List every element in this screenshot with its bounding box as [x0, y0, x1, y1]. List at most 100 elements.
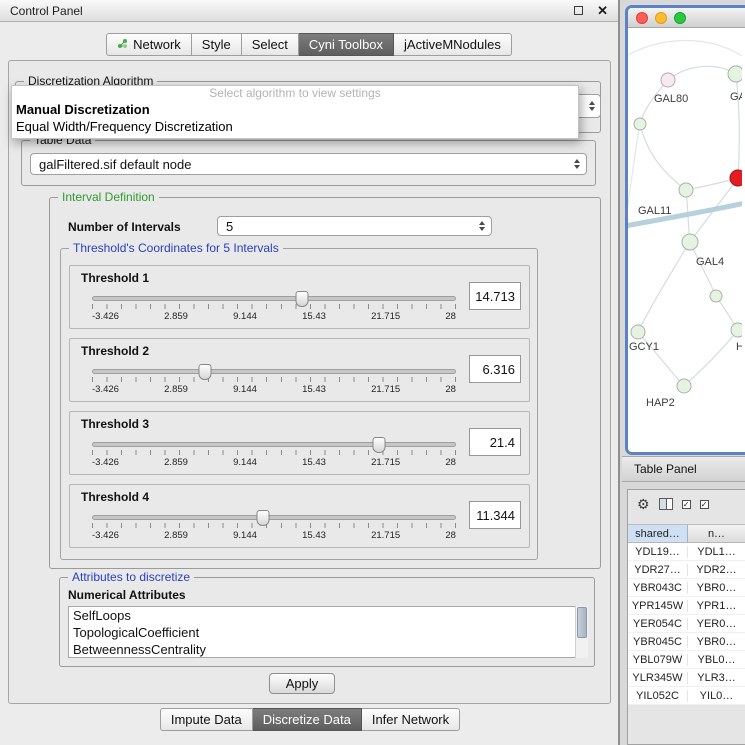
gear-icon[interactable]: ⚙	[637, 497, 650, 511]
threshold-1-slider[interactable]: -3.4262.8599.14415.4321.71528	[92, 290, 456, 322]
network-icon	[117, 37, 128, 52]
tab-cyni-toolbox[interactable]: Cyni Toolbox	[299, 33, 394, 56]
scrollbar-thumb[interactable]	[577, 607, 587, 638]
column-header-shared-name[interactable]: shared…	[628, 525, 688, 542]
threshold-2-slider[interactable]: -3.4262.8599.14415.4321.71528	[92, 363, 456, 395]
select-all-checkbox-icon[interactable]: ✓	[682, 500, 691, 509]
tick-label: 9.144	[233, 384, 257, 395]
table-panel-header[interactable]: Table Panel	[622, 456, 745, 482]
table-row[interactable]: YLR345WYLR3…	[628, 669, 745, 687]
node-gal4[interactable]	[682, 234, 698, 250]
slider-thumb[interactable]	[372, 437, 385, 453]
table-row[interactable]: YPR145WYPR1…	[628, 597, 745, 615]
tick-label: 9.144	[233, 311, 257, 322]
table-row[interactable]: YER054CYER0…	[628, 615, 745, 633]
tick-label: 28	[445, 311, 456, 322]
apply-button[interactable]: Apply	[269, 673, 335, 694]
control-panel-titlebar[interactable]: Control Panel ✕	[0, 0, 618, 22]
threshold-label: Threshold 4	[81, 490, 149, 504]
tab-impute-data[interactable]: Impute Data	[160, 708, 253, 731]
threshold-3-value[interactable]: 21.4	[469, 428, 521, 456]
tab-discretize-data[interactable]: Discretize Data	[253, 708, 362, 731]
number-of-intervals-value: 5	[226, 219, 233, 234]
table-cell: YLR3…	[688, 672, 745, 684]
combo-stepper-icon	[479, 217, 485, 235]
table-data-combo[interactable]: galFiltered.sif default node	[30, 153, 587, 175]
node-gal11[interactable]	[679, 183, 693, 197]
tab-style[interactable]: Style	[192, 33, 242, 56]
tick-label: 28	[445, 530, 456, 541]
table-row[interactable]: YIL052CYIL0…	[628, 687, 745, 705]
node-unlabeled[interactable]	[634, 118, 646, 130]
table-data-group: Table Data galFiltered.sif default node	[21, 140, 596, 186]
slider-thumb[interactable]	[257, 510, 270, 526]
node-label-gal80: GAL80	[654, 93, 688, 105]
zoom-window-button[interactable]	[674, 12, 686, 24]
node-gcy1[interactable]	[631, 325, 645, 339]
table-cell: YBL079W	[628, 654, 688, 666]
slider-track[interactable]	[92, 296, 456, 301]
network-canvas[interactable]: GAL80 GA GAL11 GAL4 GCY1 H HAP2	[628, 28, 742, 452]
tick-label: 28	[445, 457, 456, 468]
minimize-window-button[interactable]	[655, 12, 667, 24]
attribute-list-item[interactable]: BetweennessCentrality	[73, 641, 587, 658]
node-label-gcy1: GCY1	[629, 341, 659, 353]
threshold-4-value[interactable]: 11.344	[469, 501, 521, 529]
node-ga[interactable]	[728, 66, 742, 82]
slider-track[interactable]	[92, 369, 456, 374]
slider-thumb[interactable]	[199, 364, 212, 380]
threshold-2-value[interactable]: 6.316	[469, 355, 521, 383]
close-icon[interactable]: ✕	[597, 4, 608, 17]
slider-scale: -3.4262.8599.14415.4321.71528	[92, 311, 456, 322]
node-gal80[interactable]	[661, 73, 675, 87]
node-selected-red[interactable]	[730, 170, 742, 186]
close-window-button[interactable]	[636, 12, 648, 24]
network-window-titlebar[interactable]	[628, 8, 745, 28]
table-row[interactable]: YDR27…YDR2…	[628, 561, 745, 579]
tab-label: Network	[133, 37, 181, 52]
tab-network[interactable]: Network	[106, 33, 192, 56]
tab-jactivemnodules[interactable]: jActiveMNodules	[394, 33, 512, 56]
table-cell: YDR27…	[628, 564, 688, 576]
number-of-intervals-combo[interactable]: 5	[217, 216, 492, 236]
table-cell: YBR0…	[688, 582, 745, 594]
slider-thumb[interactable]	[295, 291, 308, 307]
control-panel-tabs: Network Style Select Cyni Toolbox jActiv…	[0, 33, 618, 56]
tick-label: -3.426	[92, 530, 119, 541]
node-unlabeled[interactable]	[710, 290, 722, 302]
threshold-4-slider[interactable]: -3.4262.8599.14415.4321.71528	[92, 509, 456, 541]
attribute-list-item[interactable]: SelfLoops	[73, 607, 587, 624]
table-row[interactable]: YBR045CYBR0…	[628, 633, 745, 651]
dropdown-option-manual-discretization[interactable]: Manual Discretization	[12, 101, 578, 118]
node-h[interactable]	[731, 323, 742, 337]
tick-label: 15.43	[302, 457, 326, 468]
tab-infer-network[interactable]: Infer Network	[362, 708, 460, 731]
tab-label: jActiveMNodules	[404, 37, 501, 52]
unselect-all-checkbox-icon[interactable]: ✓	[700, 500, 709, 509]
slider-track[interactable]	[92, 442, 456, 447]
dropdown-option-equal-width-frequency[interactable]: Equal Width/Frequency Discretization	[12, 118, 578, 135]
table-cell: YER054C	[628, 618, 688, 630]
columns-icon[interactable]	[659, 498, 673, 510]
table-panel-window: ⚙ ✓ ✓ shared… n… YDL19…YDL1…YDR27…YDR2…Y…	[627, 489, 745, 745]
threshold-1-value[interactable]: 14.713	[469, 282, 521, 310]
threshold-3-slider[interactable]: -3.4262.8599.14415.4321.71528	[92, 436, 456, 468]
attributes-scrollbar[interactable]	[575, 606, 588, 658]
tick-label: 21.715	[371, 384, 400, 395]
attribute-list-item[interactable]: TopologicalCoefficient	[73, 624, 587, 641]
attributes-list[interactable]: SelfLoopsTopologicalCoefficientBetweenne…	[68, 606, 588, 658]
threshold-4-panel: Threshold 4 -3.4262.8599.14415.4321.7152…	[69, 484, 530, 548]
table-row[interactable]: YBL079WYBL0…	[628, 651, 745, 669]
table-row[interactable]: YDL19…YDL1…	[628, 543, 745, 561]
threshold-label: Threshold 3	[81, 417, 149, 431]
slider-scale: -3.4262.8599.14415.4321.71528	[92, 384, 456, 395]
table-cell: YPR1…	[688, 600, 745, 612]
node-table: shared… n… YDL19…YDL1…YDR27…YDR2…YBR043C…	[628, 524, 745, 705]
column-header-name[interactable]: n…	[688, 525, 745, 542]
tick-label: 2.859	[164, 311, 188, 322]
table-row[interactable]: YBR043CYBR0…	[628, 579, 745, 597]
node-hap2[interactable]	[677, 379, 691, 393]
float-window-icon[interactable]	[574, 6, 583, 15]
slider-track[interactable]	[92, 515, 456, 520]
tab-select[interactable]: Select	[242, 33, 299, 56]
